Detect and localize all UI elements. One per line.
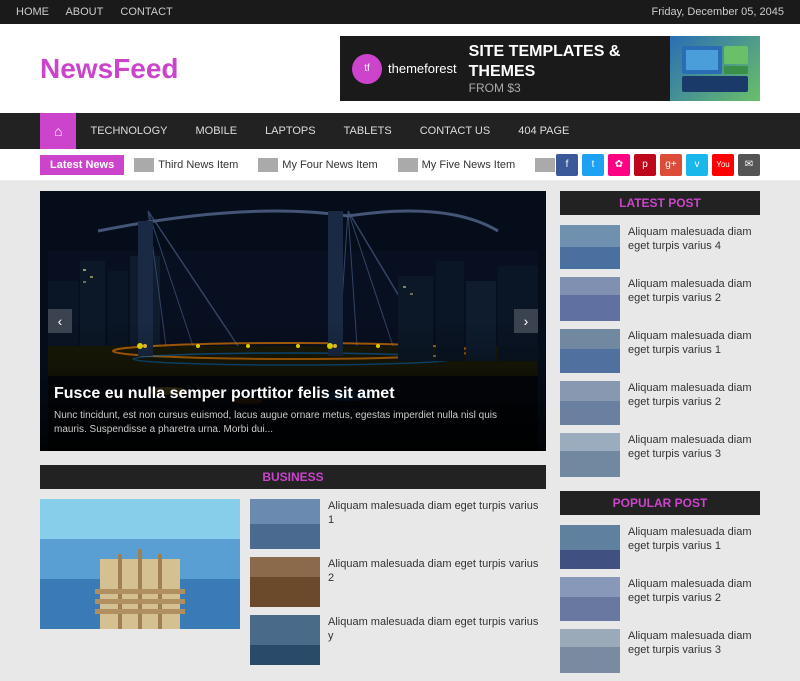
pop-text-2: Aliquam malesuada diam eget turpis variu…	[628, 577, 760, 606]
latest-post-section: LATEST POST Aliquam malesuada diam eget …	[560, 191, 760, 477]
nav-home[interactable]: HOME	[16, 6, 49, 18]
content-area: ‹ › Fusce eu nulla semper porttitor feli…	[0, 191, 800, 681]
biz-text-3: Aliquam malesuada diam eget turpis variu…	[328, 615, 546, 644]
post-thumb-5	[560, 433, 620, 477]
social-facebook[interactable]: f	[556, 154, 578, 176]
biz-thumb-3	[250, 615, 320, 665]
post-item-2[interactable]: Aliquam malesuada diam eget turpis variu…	[560, 277, 760, 321]
current-date: Friday, December 05, 2045	[652, 6, 784, 18]
business-main-image	[40, 499, 240, 665]
biz-item-1[interactable]: Aliquam malesuada diam eget turpis variu…	[250, 499, 546, 549]
post-item-1[interactable]: Aliquam malesuada diam eget turpis variu…	[560, 225, 760, 269]
ticker-thumb-2	[258, 158, 278, 172]
nav-about[interactable]: ABOUT	[65, 6, 103, 18]
top-nav[interactable]: HOME ABOUT CONTACT	[16, 6, 187, 18]
post-text-3: Aliquam malesuada diam eget turpis variu…	[628, 329, 760, 358]
nav-laptops[interactable]: LAPTOPS	[251, 115, 330, 147]
pop-item-1[interactable]: Aliquam malesuada diam eget turpis variu…	[560, 525, 760, 569]
nav-contact[interactable]: CONTACT	[120, 6, 172, 18]
social-pinterest[interactable]: p	[634, 154, 656, 176]
logo-purple: Feed	[113, 53, 178, 84]
nav-technology[interactable]: TECHNOLOGY	[76, 115, 181, 147]
ticker-item-3[interactable]: My Five News Item	[398, 158, 516, 172]
post-thumb-2	[560, 277, 620, 321]
pop-text-3: Aliquam malesuada diam eget turpis variu…	[628, 629, 760, 658]
header: NewsFeed tf themeforest SITE TEMPLATES &…	[0, 24, 800, 113]
banner-ad[interactable]: tf themeforest SITE TEMPLATES & THEMES F…	[340, 36, 760, 101]
post-item-5[interactable]: Aliquam malesuada diam eget turpis variu…	[560, 433, 760, 477]
social-icons: f t ✿ p g+ v You ✉	[556, 154, 760, 176]
social-vimeo[interactable]: v	[686, 154, 708, 176]
biz-item-3[interactable]: Aliquam malesuada diam eget turpis variu…	[250, 615, 546, 665]
ticker-item-4[interactable]: My Six News Item	[535, 158, 556, 172]
nav-contact-us[interactable]: CONTACT US	[406, 115, 505, 147]
post-text-2: Aliquam malesuada diam eget turpis variu…	[628, 277, 760, 306]
pop-text-1: Aliquam malesuada diam eget turpis variu…	[628, 525, 760, 554]
pop-thumb-2	[560, 577, 620, 621]
post-text-1: Aliquam malesuada diam eget turpis variu…	[628, 225, 760, 254]
pop-item-3[interactable]: Aliquam malesuada diam eget turpis variu…	[560, 629, 760, 673]
ad-subtitle: FROM $3	[469, 81, 670, 95]
news-ticker: Latest News Third News Item My Four News…	[0, 149, 800, 181]
ticker-item-2[interactable]: My Four News Item	[258, 158, 377, 172]
ticker-items: Third News Item My Four News Item My Fiv…	[134, 158, 556, 172]
post-thumb-1	[560, 225, 620, 269]
popular-post-section: POPULAR POST Aliquam malesuada diam eget…	[560, 491, 760, 673]
post-text-4: Aliquam malesuada diam eget turpis variu…	[628, 381, 760, 410]
business-heading: BUSINESS	[40, 465, 546, 489]
post-thumb-3	[560, 329, 620, 373]
social-twitter[interactable]: t	[582, 154, 604, 176]
ad-text: SITE TEMPLATES & THEMES FROM $3	[469, 42, 670, 94]
pop-item-2[interactable]: Aliquam malesuada diam eget turpis variu…	[560, 577, 760, 621]
post-item-3[interactable]: Aliquam malesuada diam eget turpis variu…	[560, 329, 760, 373]
social-email[interactable]: ✉	[738, 154, 760, 176]
pop-thumb-1	[560, 525, 620, 569]
top-bar: HOME ABOUT CONTACT Friday, December 05, …	[0, 0, 800, 24]
slider-description: Nunc tincidunt, est non cursus euismod, …	[54, 409, 532, 437]
hero-slider: ‹ › Fusce eu nulla semper porttitor feli…	[40, 191, 546, 451]
popular-post-heading: POPULAR POST	[560, 491, 760, 515]
post-item-4[interactable]: Aliquam malesuada diam eget turpis variu…	[560, 381, 760, 425]
main-column: ‹ › Fusce eu nulla semper porttitor feli…	[40, 191, 546, 681]
social-youtube[interactable]: You	[712, 154, 734, 176]
pop-thumb-3	[560, 629, 620, 673]
site-logo[interactable]: NewsFeed	[40, 53, 179, 85]
ticker-thumb-3	[398, 158, 418, 172]
slider-prev-button[interactable]: ‹	[48, 309, 72, 333]
social-googleplus[interactable]: g+	[660, 154, 682, 176]
ticker-label: Latest News	[40, 155, 124, 175]
business-section: BUSINESS	[40, 465, 546, 665]
slider-title: Fusce eu nulla semper porttitor felis si…	[54, 385, 532, 403]
tf-icon: tf	[352, 54, 382, 84]
business-grid: Aliquam malesuada diam eget turpis variu…	[40, 499, 546, 665]
side-column: LATEST POST Aliquam malesuada diam eget …	[560, 191, 760, 681]
slider-next-button[interactable]: ›	[514, 309, 538, 333]
home-button[interactable]: ⌂	[40, 113, 76, 149]
main-nav[interactable]: ⌂ TECHNOLOGY MOBILE LAPTOPS TABLETS CONT…	[0, 113, 800, 149]
tf-brand: tf themeforest	[340, 46, 469, 92]
biz-text-1: Aliquam malesuada diam eget turpis variu…	[328, 499, 546, 528]
ticker-item-1[interactable]: Third News Item	[134, 158, 238, 172]
slider-overlay: Fusce eu nulla semper porttitor felis si…	[40, 365, 546, 451]
latest-post-heading: LATEST POST	[560, 191, 760, 215]
social-flickr[interactable]: ✿	[608, 154, 630, 176]
ticker-thumb-1	[134, 158, 154, 172]
nav-tablets[interactable]: TABLETS	[330, 115, 406, 147]
ad-title: SITE TEMPLATES & THEMES	[469, 42, 670, 80]
ad-preview-image	[670, 36, 760, 101]
business-items: Aliquam malesuada diam eget turpis variu…	[250, 499, 546, 665]
nav-404[interactable]: 404 PAGE	[504, 115, 583, 147]
post-text-5: Aliquam malesuada diam eget turpis variu…	[628, 433, 760, 462]
biz-thumb-1	[250, 499, 320, 549]
biz-text-2: Aliquam malesuada diam eget turpis variu…	[328, 557, 546, 586]
nav-mobile[interactable]: MOBILE	[181, 115, 251, 147]
post-thumb-4	[560, 381, 620, 425]
logo-black: News	[40, 53, 113, 84]
ticker-thumb-4	[535, 158, 555, 172]
